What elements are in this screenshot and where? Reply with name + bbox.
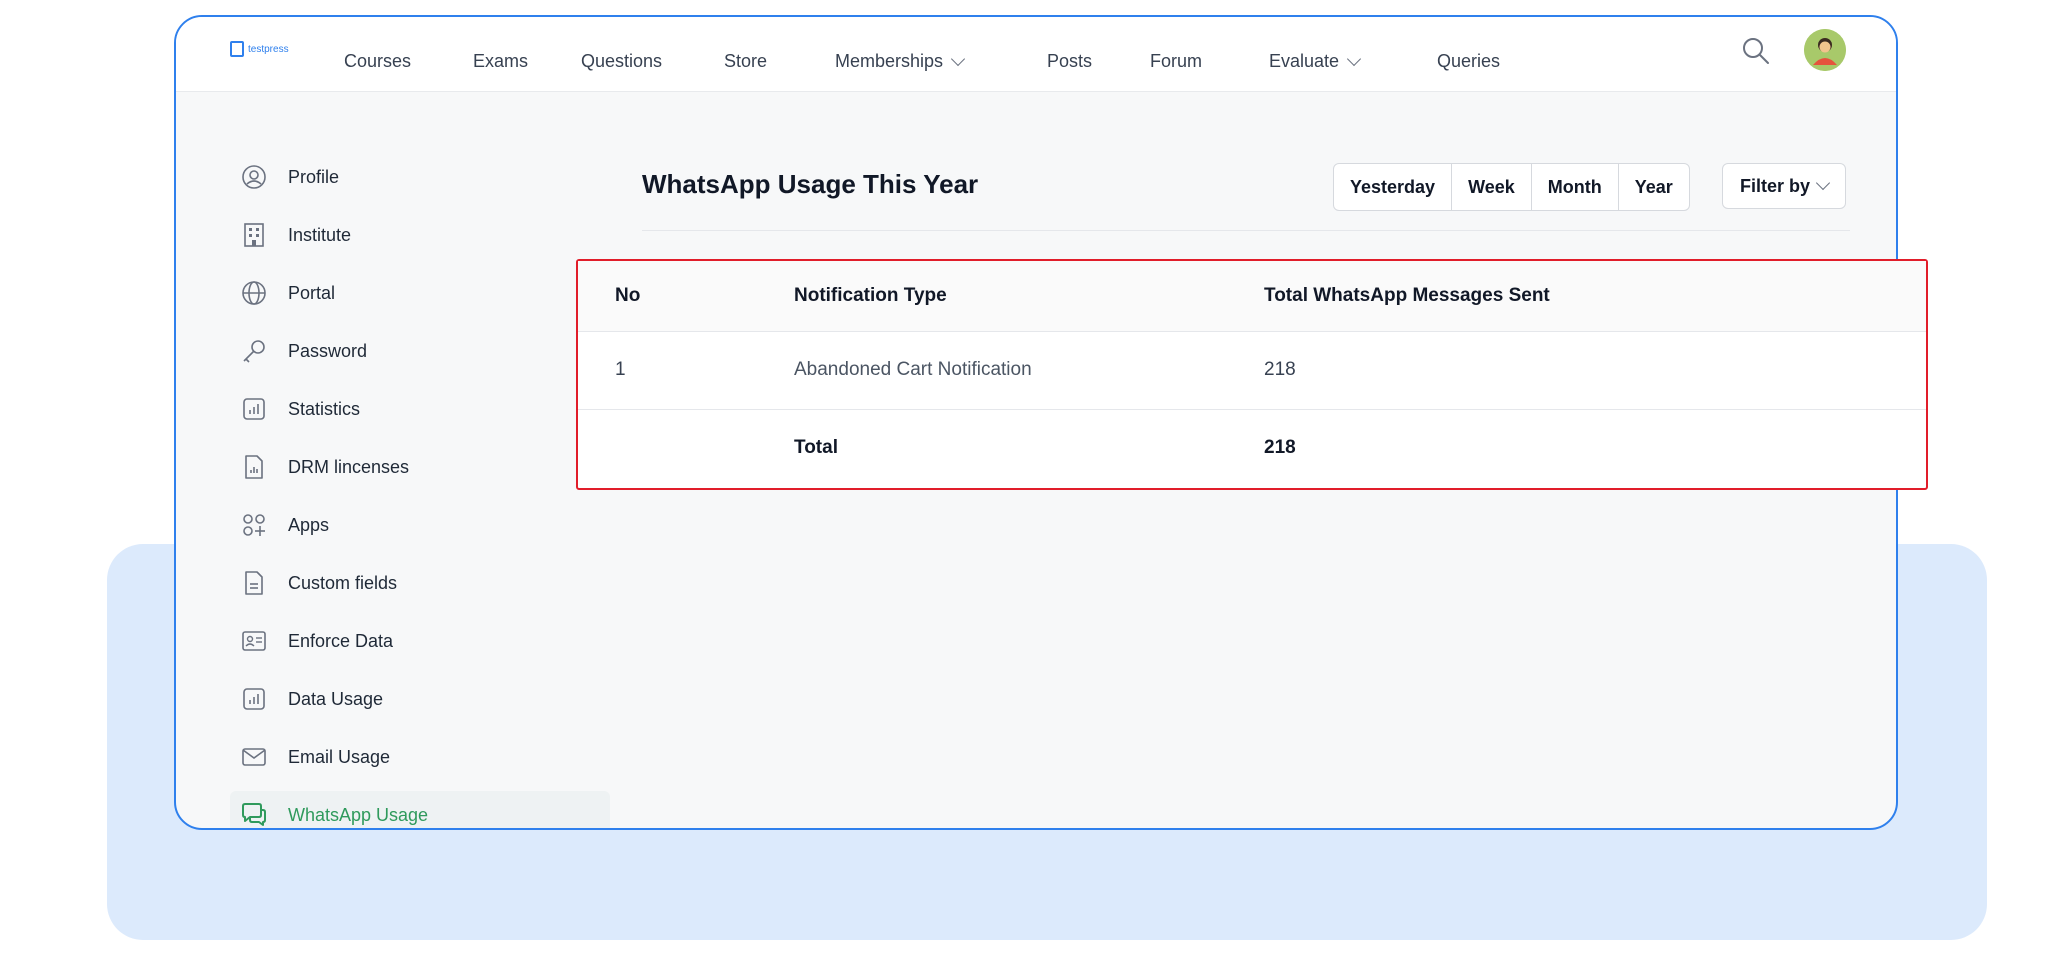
search-icon[interactable] [1740, 35, 1772, 67]
cell-no: 1 [615, 359, 626, 380]
sidebar-item-email-usage[interactable]: Email Usage [230, 733, 610, 781]
sidebar-item-label: Email Usage [288, 746, 391, 767]
nav-queries[interactable]: Queries [1437, 51, 1500, 72]
mail-icon [240, 743, 268, 771]
period-selector: Yesterday Week Month Year [1333, 163, 1690, 211]
chevron-down-icon [950, 51, 966, 66]
sidebar-item-label: Data Usage [288, 688, 384, 709]
filter-label: Filter by [1739, 175, 1810, 196]
table-total-row: Total 218 [578, 409, 1926, 487]
sidebar-item-enforce-data[interactable]: Enforce Data [230, 617, 610, 665]
logo[interactable]: testpress [230, 39, 289, 59]
apps-icon [240, 511, 268, 539]
settings-sidebar: Profile Institute Portal Password Statis… [176, 91, 616, 828]
nav-forum[interactable]: Forum [1150, 51, 1202, 72]
sidebar-item-portal[interactable]: Portal [230, 269, 610, 317]
sidebar-item-label: Password [288, 340, 368, 361]
sidebar-item-drm-licenses[interactable]: DRM lincenses [230, 443, 610, 491]
sidebar-item-label: Institute [288, 224, 352, 245]
period-year-button[interactable]: Year [1619, 164, 1689, 210]
total-value: 218 [1264, 437, 1296, 458]
nav-courses[interactable]: Courses [344, 51, 411, 72]
chevron-down-icon [1346, 51, 1362, 66]
filter-dropdown[interactable]: Filter by [1722, 163, 1846, 209]
sidebar-item-whatsapp-usage[interactable]: WhatsApp Usage [230, 791, 610, 828]
globe-icon [240, 279, 268, 307]
sidebar-item-label: WhatsApp Usage [288, 804, 429, 825]
chevron-down-icon [1815, 175, 1831, 191]
table-row: 1 Abandoned Cart Notification 218 [578, 331, 1926, 410]
logo-text: testpress [248, 43, 289, 55]
document-icon [240, 569, 268, 597]
key-icon [240, 337, 268, 365]
sidebar-item-statistics[interactable]: Statistics [230, 385, 610, 433]
sidebar-item-institute[interactable]: Institute [230, 211, 610, 259]
header-notification-type: Notification Type [794, 285, 947, 306]
table-header-row: No Notification Type Total WhatsApp Mess… [578, 261, 1926, 332]
nav-store[interactable]: Store [724, 51, 767, 72]
chart-icon [240, 395, 268, 423]
page-title: WhatsApp Usage This Year [642, 169, 979, 199]
period-week-button[interactable]: Week [1452, 164, 1532, 210]
sidebar-item-profile[interactable]: Profile [230, 153, 610, 201]
total-label: Total [794, 437, 838, 458]
document-chart-icon [240, 453, 268, 481]
sidebar-item-label: Enforce Data [288, 630, 394, 651]
header-total-sent: Total WhatsApp Messages Sent [1264, 285, 1550, 306]
sidebar-item-label: Portal [288, 282, 336, 303]
cell-total-sent: 218 [1264, 359, 1296, 380]
header-no: No [615, 285, 641, 306]
nav-posts[interactable]: Posts [1047, 51, 1092, 72]
sidebar-item-label: Apps [288, 514, 330, 535]
sidebar-item-label: Statistics [288, 398, 361, 419]
user-avatar-icon [1804, 29, 1846, 71]
sidebar-item-apps[interactable]: Apps [230, 501, 610, 549]
chart-icon [240, 685, 268, 713]
building-icon [240, 221, 268, 249]
usage-table: No Notification Type Total WhatsApp Mess… [576, 259, 1928, 490]
nav-questions[interactable]: Questions [581, 51, 662, 72]
sidebar-item-label: DRM lincenses [288, 456, 410, 477]
id-card-icon [240, 627, 268, 655]
sidebar-item-data-usage[interactable]: Data Usage [230, 675, 610, 723]
profile-icon [240, 163, 268, 191]
logo-icon [230, 41, 244, 57]
top-navigation: testpress Courses Exams Questions Store … [176, 17, 1896, 92]
nav-memberships[interactable]: Memberships [835, 51, 966, 72]
chat-icon [240, 801, 268, 828]
divider [642, 230, 1850, 231]
sidebar-item-label: Custom fields [288, 572, 398, 593]
period-month-button[interactable]: Month [1532, 164, 1619, 210]
avatar[interactable] [1804, 29, 1846, 71]
cell-notification-type: Abandoned Cart Notification [794, 359, 1032, 380]
nav-exams[interactable]: Exams [473, 51, 528, 72]
sidebar-item-password[interactable]: Password [230, 327, 610, 375]
nav-evaluate[interactable]: Evaluate [1269, 51, 1362, 72]
period-yesterday-button[interactable]: Yesterday [1334, 164, 1453, 210]
sidebar-item-custom-fields[interactable]: Custom fields [230, 559, 610, 607]
sidebar-item-label: Profile [288, 166, 340, 187]
